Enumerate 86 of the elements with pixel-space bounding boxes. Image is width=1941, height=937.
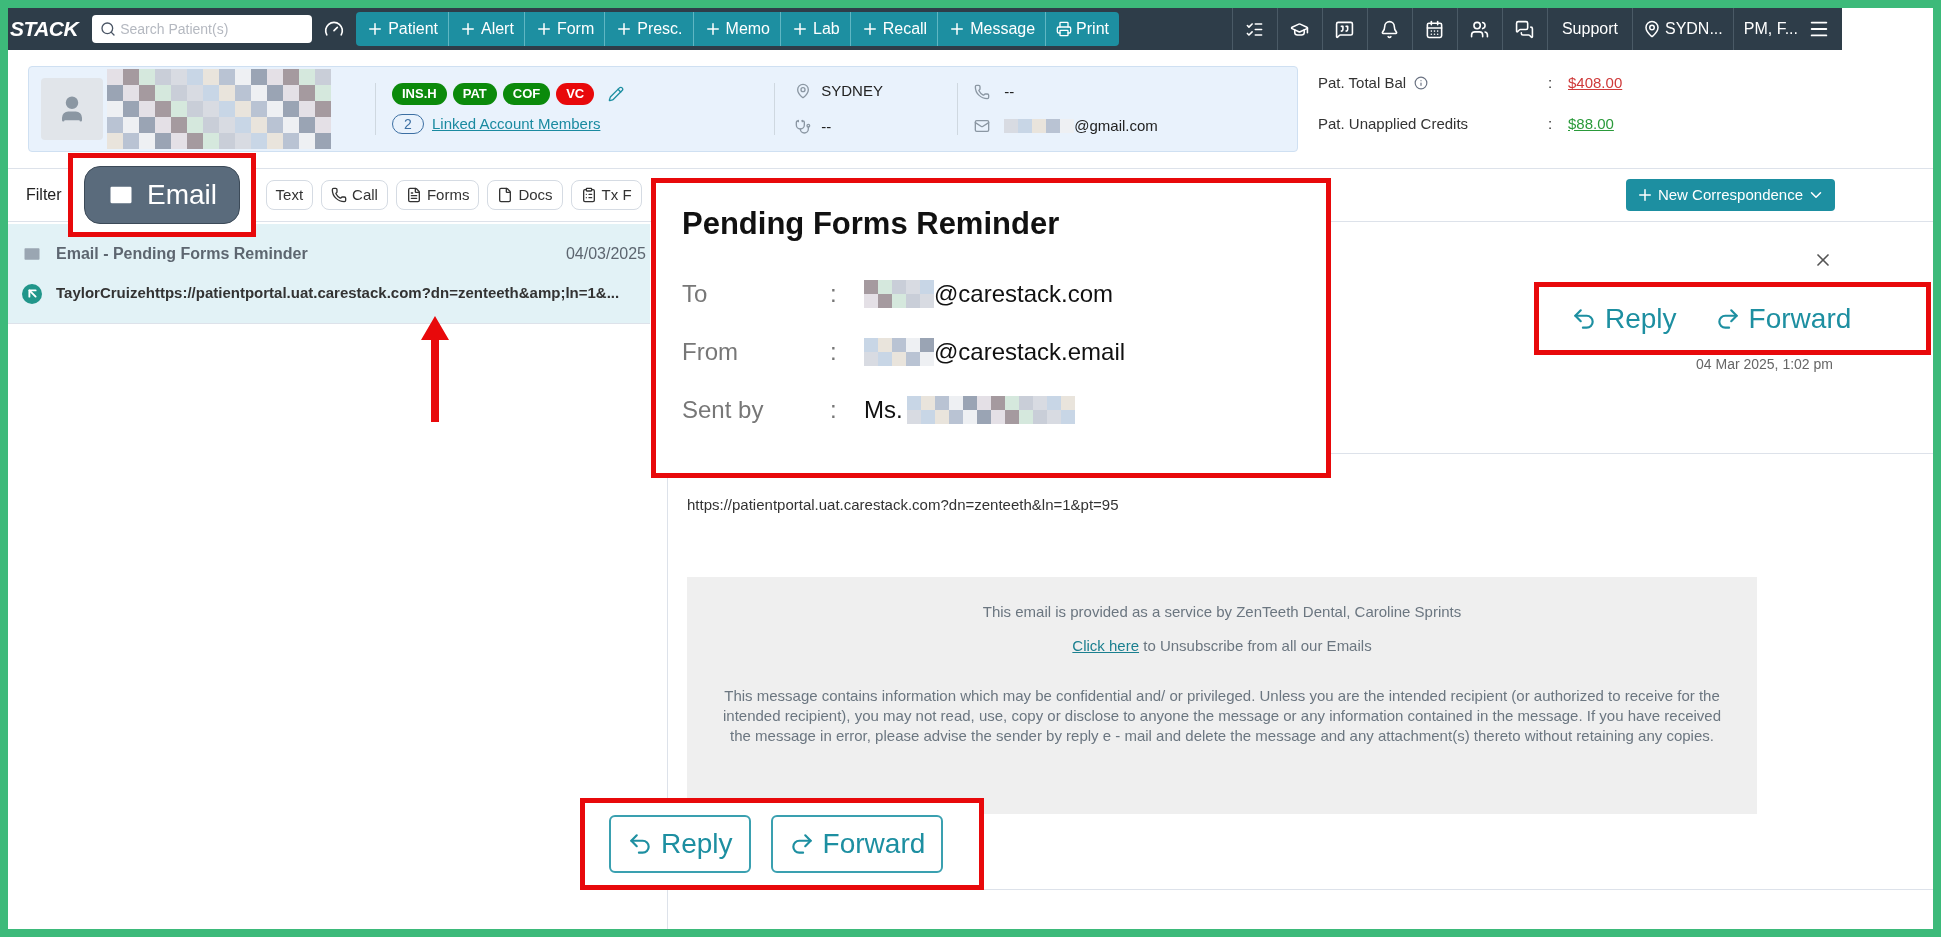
filter-label: Filter [26, 185, 62, 205]
calendar-icon[interactable] [1425, 19, 1445, 39]
plus-icon [791, 20, 809, 38]
gauge-icon[interactable] [324, 19, 345, 39]
quick-action-button[interactable]: Memo [692, 12, 780, 46]
reply-icon [627, 831, 653, 857]
filter-chip[interactable]: Forms [395, 180, 480, 210]
flag-tag: VC [556, 82, 595, 105]
quick-action-button[interactable]: Lab [780, 12, 850, 46]
filter-chip[interactable]: Docs [487, 180, 563, 210]
chat-bubbles-icon[interactable] [1515, 19, 1535, 39]
message-preview: TaylorCruizehttps://patientportal.uat.carestack.com?dn=zenteeth&amp;ln=1&... [56, 283, 620, 304]
email-filter-chip[interactable]: Email [84, 166, 240, 224]
search-icon [100, 21, 117, 37]
support-button[interactable]: Support [1546, 8, 1632, 50]
location-button[interactable]: SYDN... [1631, 8, 1733, 50]
footer-text: This email is provided as a service by ZenTeeth Dental, Caroline Sprints [982, 601, 1462, 622]
quick-action-button[interactable]: Form [523, 12, 605, 46]
quick-action-button[interactable]: Recall [849, 12, 938, 46]
email-url: https://patientportal.uat.carestack.com?dn=zenteeth&ln=1&pt=95 [687, 495, 1120, 515]
search-field[interactable]: Search Patient(s) [92, 15, 313, 43]
forward-button[interactable]: Forward [770, 815, 944, 873]
printer-icon [1056, 21, 1073, 37]
phone-icon [974, 83, 991, 100]
forward-button[interactable]: Forward [1714, 297, 1852, 340]
provider-text: -- [821, 117, 832, 137]
info-icon [1414, 76, 1429, 91]
pin-icon [795, 82, 812, 99]
balance-value[interactable]: $88.00 [1568, 112, 1614, 135]
field-value: @carestack.com [934, 278, 1114, 309]
filter-chip[interactable]: Text [265, 180, 314, 210]
filter-chip[interactable]: Tx F [570, 180, 642, 210]
document-icon [497, 187, 514, 203]
flag-tag: COF [502, 82, 551, 105]
quick-action-button[interactable]: Alert [447, 12, 524, 46]
separator: : [830, 278, 838, 309]
people-icon[interactable] [1470, 19, 1490, 39]
user-button[interactable]: PM, F... [1732, 8, 1808, 50]
edit-icon[interactable] [608, 85, 625, 102]
filter-chip[interactable]: Call [321, 180, 388, 210]
field-label: To [682, 278, 709, 309]
new-correspondence-button[interactable]: New Correspondence [1625, 179, 1835, 211]
disclaimer-text: This message contains information which may be confidential and/ or privileged. Unless you are the intended recipient (or authorized to receive for the intended recipient), you may not read, use, copy or disclose to anyone the message or any information contained in the message. If you have received the message in error, please advise the sender by reply e - mail and delete the message and any attachment(s) thereto without retaining any copies. [722, 685, 1722, 746]
message-title: Email - Pending Forms Reminder [56, 244, 308, 265]
message-date: 04 Mar 2025, 1:02 pm [1696, 355, 1833, 374]
quick-action-button[interactable]: Presc. [604, 12, 693, 46]
field-label: From [682, 336, 739, 367]
reply-button[interactable]: Reply [609, 815, 751, 873]
outgoing-icon [22, 283, 42, 304]
field-label: Sent by [682, 394, 765, 425]
phone-text: -- [1004, 81, 1015, 102]
flag-tag: PAT [452, 82, 497, 105]
redaction-mosaic [864, 337, 934, 366]
unsubscribe-link[interactable]: Click here [1072, 637, 1140, 654]
quick-action-button[interactable]: Print [1045, 12, 1119, 46]
pin-icon [1642, 20, 1661, 38]
chat-icon[interactable] [1335, 19, 1355, 39]
flag-tag: INS.H [392, 82, 447, 105]
location-text: SYDNEY [821, 80, 883, 101]
search-input[interactable]: Search Patient(s) [120, 18, 301, 40]
field-value: @carestack.email [934, 336, 1126, 367]
separator: : [830, 394, 838, 425]
message-item[interactable]: Email - Pending Forms Reminder 04/03/2025 TaylorCruizehttps://patientportal.uat.carestack.com?dn=zenteeth&amp;ln=1&... [8, 224, 650, 324]
bell-icon[interactable] [1380, 19, 1400, 39]
balance-label: Pat. Total Bal [1318, 73, 1407, 93]
redaction-mosaic [1004, 119, 1075, 134]
clipboard-icon [580, 187, 597, 203]
email-text: @gmail.com [1074, 116, 1158, 136]
email-subject: Pending Forms Reminder [682, 205, 1061, 243]
quick-action-button[interactable]: Patient [356, 12, 448, 46]
stethoscope-icon [795, 119, 812, 136]
separator: : [830, 336, 838, 367]
balance-label: Pat. Unapplied Credits [1318, 113, 1469, 134]
linked-accounts-link[interactable]: Linked Account Members [432, 112, 601, 136]
quick-action-button[interactable]: Message [937, 12, 1046, 46]
balance-value[interactable]: $408.00 [1568, 72, 1623, 95]
phone-icon [331, 187, 348, 203]
document-icon [405, 187, 422, 203]
message-date: 04/03/2025 [565, 244, 646, 265]
footer-text: Click here to Unsubscribe from all our Emails [1072, 636, 1372, 656]
field-value: Ms. [864, 394, 903, 425]
redaction-mosaic [864, 279, 934, 308]
separator: : [1548, 113, 1554, 134]
separator: : [1548, 73, 1554, 93]
reply-button[interactable]: Reply [1571, 297, 1677, 340]
logo: STACK [10, 16, 79, 43]
